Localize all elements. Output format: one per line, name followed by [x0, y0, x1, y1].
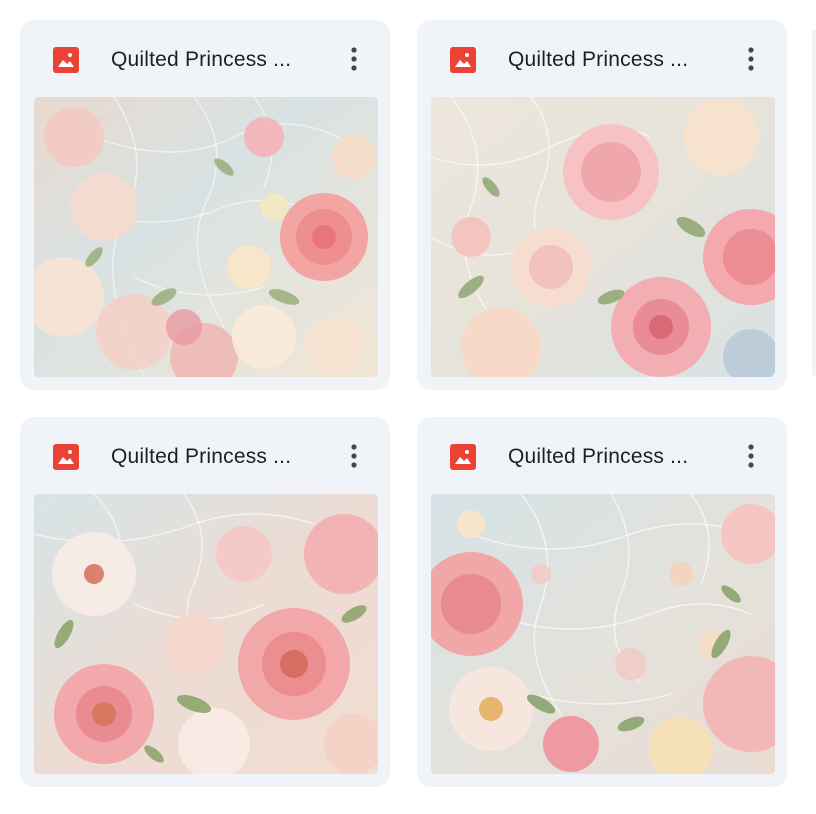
- floral-quilt-thumbnail-image: [431, 97, 775, 377]
- floral-quilt-thumbnail-image: [34, 494, 378, 774]
- file-card[interactable]: Quilted Princess ...: [20, 417, 390, 787]
- file-card-header: Quilted Princess ...: [417, 20, 787, 98]
- image-file-icon: [450, 444, 476, 470]
- more-vert-icon: [351, 444, 357, 468]
- file-name[interactable]: Quilted Princess ...: [111, 46, 321, 74]
- more-vert-icon: [748, 444, 754, 468]
- file-thumbnail[interactable]: [431, 97, 775, 377]
- file-card-header: Quilted Princess ...: [20, 417, 390, 495]
- file-grid: Quilted Princess ... Quilted Princess ..…: [0, 0, 816, 814]
- file-name[interactable]: Quilted Princess ...: [508, 443, 718, 471]
- more-vert-icon: [748, 47, 754, 71]
- more-options-button[interactable]: [737, 42, 765, 76]
- image-file-icon: [53, 47, 79, 73]
- file-card[interactable]: Quilted Princess ...: [20, 20, 390, 390]
- adjacent-card-edge: [812, 30, 816, 376]
- more-options-button[interactable]: [340, 439, 368, 473]
- more-options-button[interactable]: [737, 439, 765, 473]
- more-options-button[interactable]: [340, 42, 368, 76]
- file-card-header: Quilted Princess ...: [417, 417, 787, 495]
- file-thumbnail[interactable]: [34, 494, 378, 774]
- more-vert-icon: [351, 47, 357, 71]
- image-file-icon: [450, 47, 476, 73]
- file-thumbnail[interactable]: [431, 494, 775, 774]
- file-thumbnail[interactable]: [34, 97, 378, 377]
- image-file-icon: [53, 444, 79, 470]
- floral-quilt-thumbnail-image: [431, 494, 775, 774]
- file-name[interactable]: Quilted Princess ...: [508, 46, 718, 74]
- file-name[interactable]: Quilted Princess ...: [111, 443, 321, 471]
- floral-quilt-thumbnail-image: [34, 97, 378, 377]
- file-card-header: Quilted Princess ...: [20, 20, 390, 98]
- file-card[interactable]: Quilted Princess ...: [417, 417, 787, 787]
- file-card[interactable]: Quilted Princess ...: [417, 20, 787, 390]
